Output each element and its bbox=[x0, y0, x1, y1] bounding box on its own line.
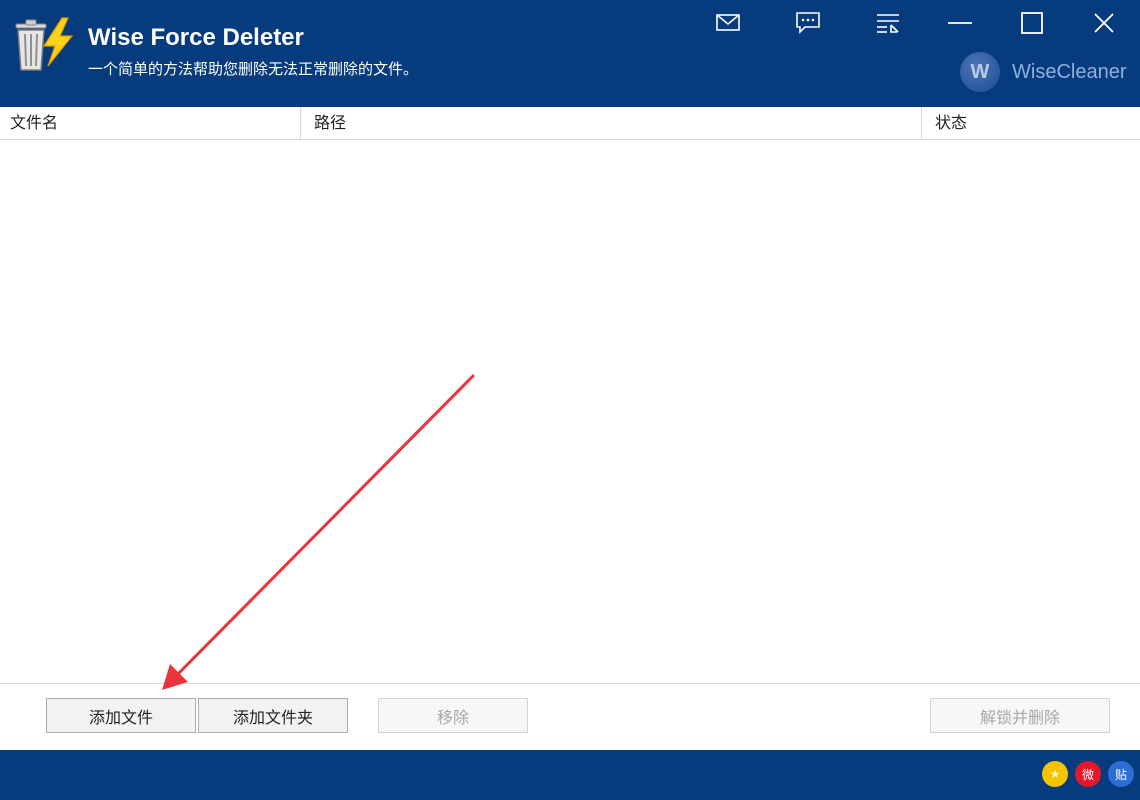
unlock-delete-button[interactable]: 解锁并删除 bbox=[930, 698, 1110, 733]
app-title: Wise Force Deleter bbox=[88, 24, 304, 51]
close-icon[interactable] bbox=[1084, 6, 1124, 40]
menu-icon[interactable] bbox=[868, 6, 908, 40]
remove-button[interactable]: 移除 bbox=[378, 698, 528, 733]
column-divider[interactable] bbox=[921, 107, 922, 139]
file-list[interactable] bbox=[0, 140, 1140, 683]
column-header-path[interactable]: 路径 bbox=[304, 107, 921, 139]
file-list-header: 文件名 路径 状态 bbox=[0, 107, 1140, 140]
wisecleaner-brand[interactable]: W WiseCleaner bbox=[960, 52, 1126, 92]
star-icon[interactable]: ★ bbox=[1042, 761, 1068, 787]
trash-bolt-icon bbox=[15, 17, 74, 71]
brand-name: WiseCleaner bbox=[1012, 60, 1127, 83]
column-divider[interactable] bbox=[300, 107, 301, 139]
tieba-icon[interactable]: 贴 bbox=[1108, 761, 1134, 787]
divider bbox=[0, 683, 1140, 684]
add-folder-button[interactable]: 添加文件夹 bbox=[198, 698, 348, 733]
status-bar bbox=[0, 750, 1140, 800]
add-file-button[interactable]: 添加文件 bbox=[46, 698, 196, 733]
wisecleaner-logo: W bbox=[960, 52, 1000, 92]
column-header-status[interactable]: 状态 bbox=[925, 107, 1140, 139]
mail-icon[interactable] bbox=[708, 6, 748, 40]
title-bar: Wise Force Deleter 一个简单的方法帮助您删除无法正常删除的文件… bbox=[0, 0, 1140, 107]
column-header-filename[interactable]: 文件名 bbox=[0, 107, 300, 139]
app-subtitle: 一个简单的方法帮助您删除无法正常删除的文件。 bbox=[88, 60, 419, 78]
weibo-icon[interactable]: 微 bbox=[1075, 761, 1101, 787]
feedback-icon[interactable] bbox=[788, 6, 828, 40]
minimize-icon[interactable] bbox=[940, 6, 980, 40]
maximize-icon[interactable] bbox=[1012, 6, 1052, 40]
